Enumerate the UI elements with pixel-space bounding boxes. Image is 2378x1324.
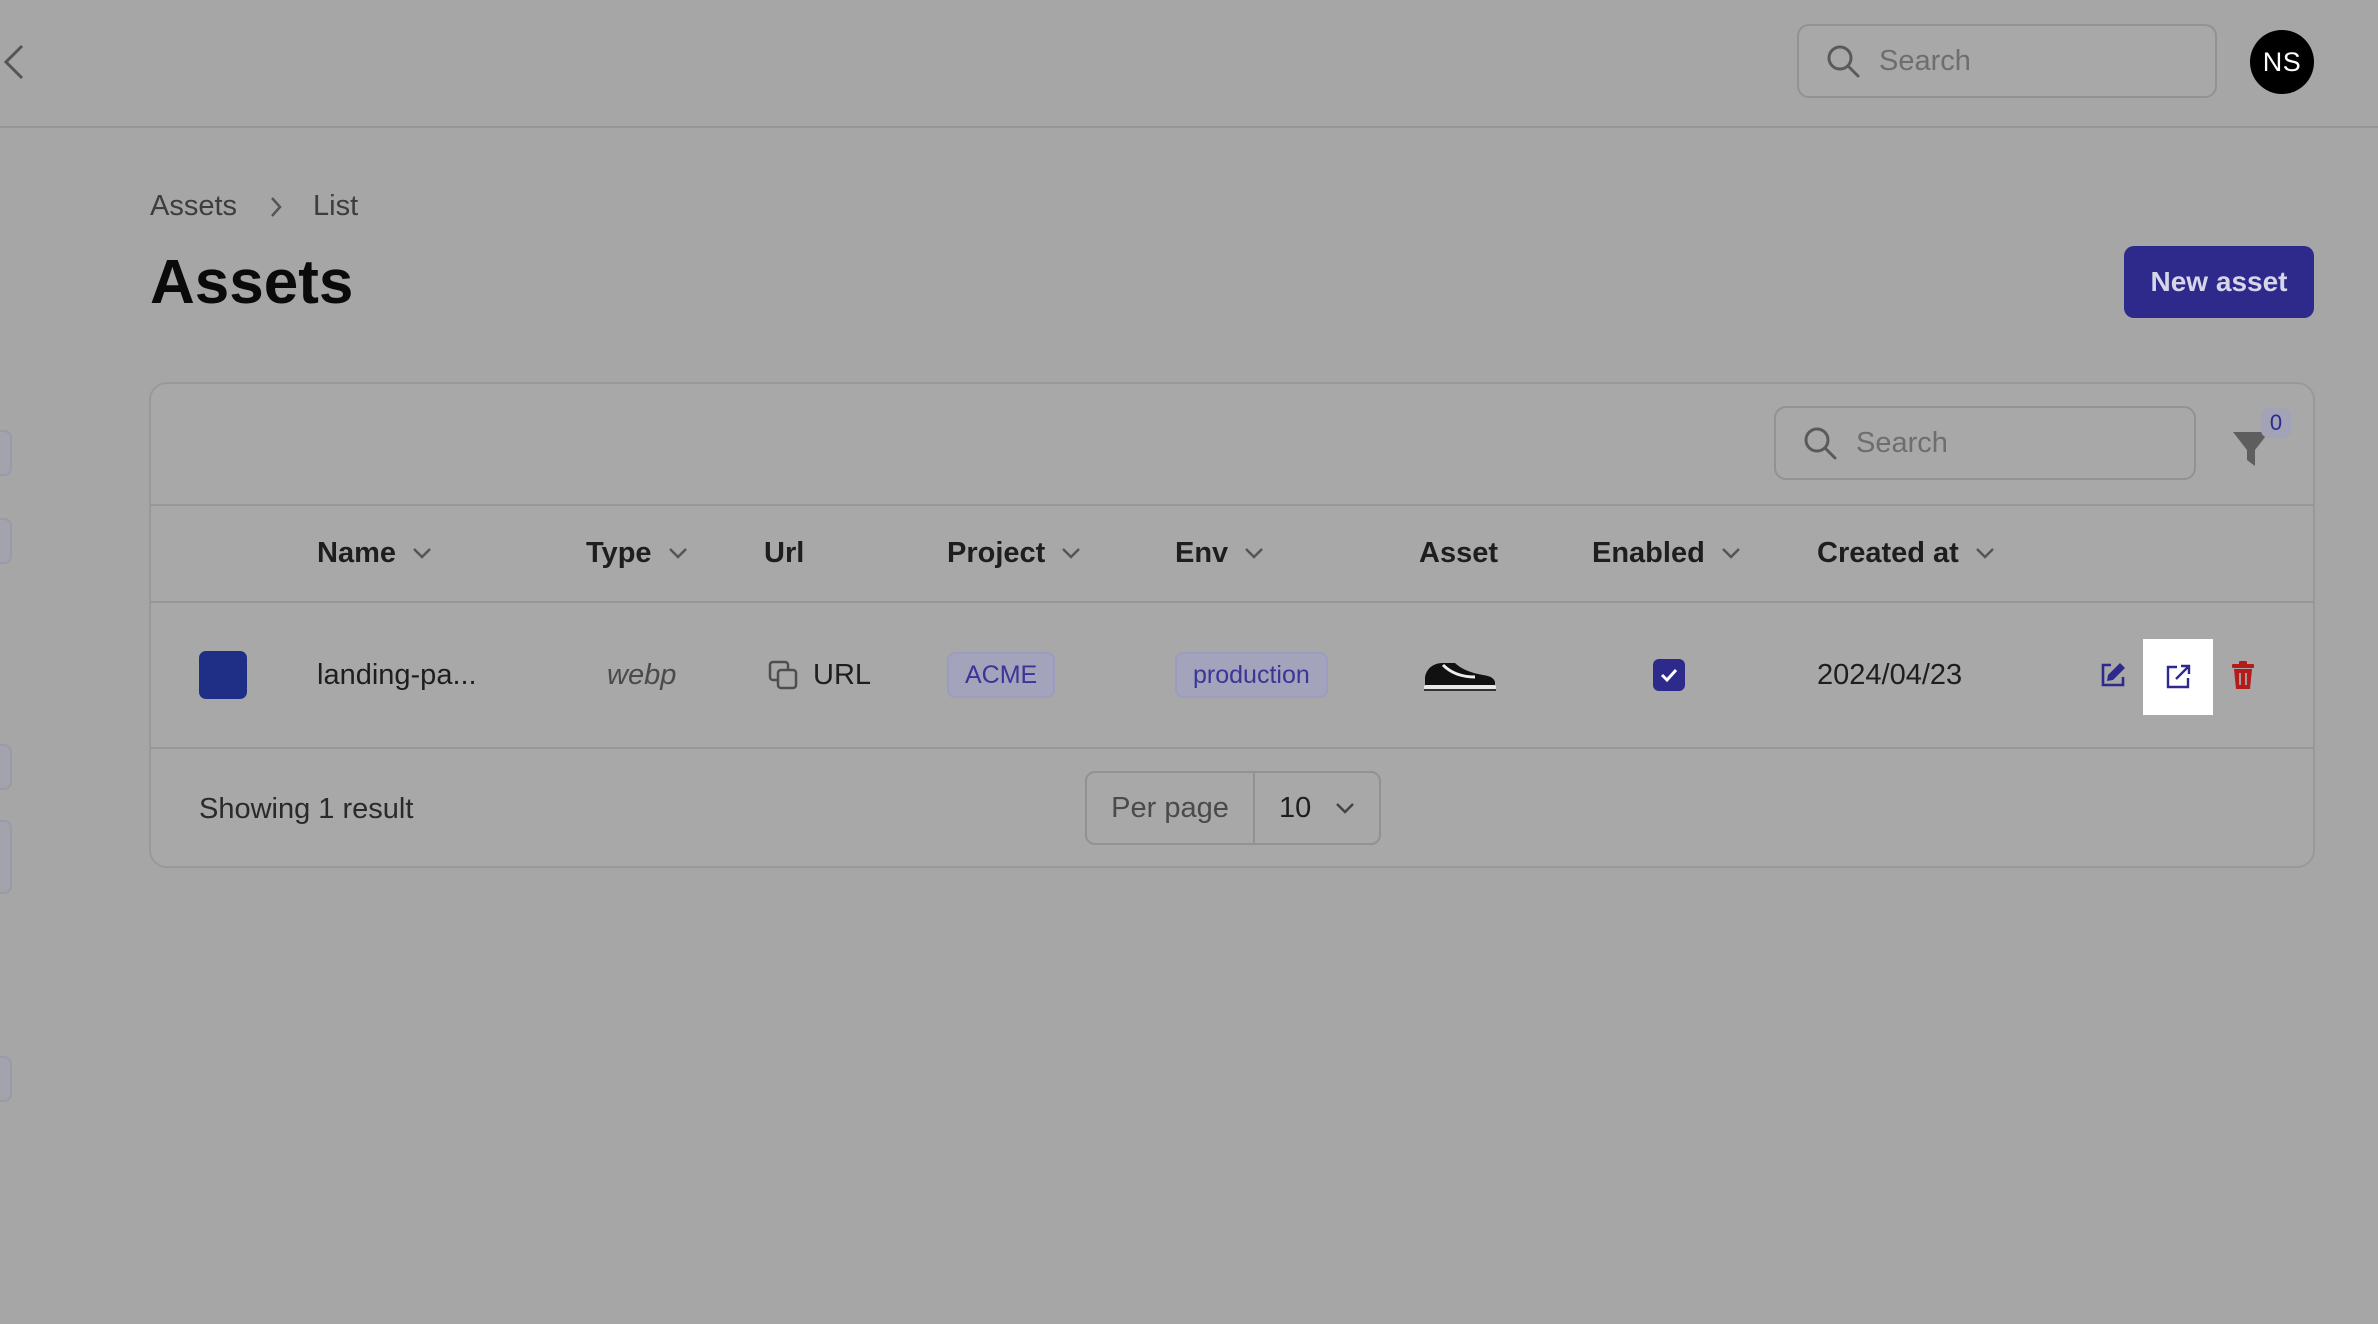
search-icon	[1827, 45, 1860, 78]
breadcrumb: Assets List	[150, 190, 358, 223]
column-header-enabled[interactable]: Enabled	[1592, 505, 1741, 601]
search-placeholder: Search	[1856, 426, 1948, 459]
per-page-label: Per page	[1087, 773, 1255, 843]
top-bar: Search NS	[0, 0, 2378, 128]
table-toolbar: Search 0	[151, 384, 2313, 506]
column-header-label: Name	[317, 536, 396, 569]
search-placeholder: Search	[1879, 44, 1971, 77]
chevron-down-icon	[1245, 548, 1264, 559]
trash-icon	[2232, 661, 2254, 689]
column-header-label: Url	[764, 536, 805, 569]
chevron-down-icon	[413, 548, 431, 559]
edit-icon	[2101, 663, 2125, 687]
result-count: Showing 1 result	[199, 792, 414, 825]
column-header-created-at[interactable]: Created at	[1817, 505, 1995, 601]
chevron-down-icon	[1062, 548, 1081, 559]
chevron-left-icon[interactable]	[2, 42, 26, 82]
color-cell	[199, 603, 247, 747]
column-header-type[interactable]: Type	[586, 505, 688, 601]
per-page-dropdown[interactable]: 10	[1255, 773, 1379, 843]
column-header-label: Type	[586, 536, 652, 569]
page-title: Assets	[150, 248, 354, 317]
column-header-label: Project	[947, 536, 1046, 569]
asset-cell	[1421, 603, 1497, 747]
breadcrumb-current: List	[313, 190, 359, 222]
search-icon	[1804, 427, 1837, 460]
column-header-name[interactable]: Name	[317, 505, 432, 601]
external-link-icon	[2166, 664, 2191, 689]
chevron-down-icon	[1336, 803, 1355, 814]
url-copy-button[interactable]: URL	[767, 603, 871, 747]
chevron-down-icon	[1721, 548, 1740, 559]
table-header-row: Name Type Url Project Env Asset Enabled …	[151, 505, 2313, 603]
column-header-label: Enabled	[1592, 536, 1705, 569]
breadcrumb-assets-link[interactable]: Assets	[150, 190, 237, 223]
created-at-cell: 2024/04/23	[1817, 658, 1963, 691]
sidebar-edge-item	[0, 820, 12, 894]
project-badge: ACME	[947, 652, 1056, 698]
sneaker-thumbnail-icon[interactable]	[1421, 655, 1497, 695]
sidebar-edge-item	[0, 430, 12, 476]
enabled-checkbox[interactable]	[1653, 659, 1685, 691]
table-search-input[interactable]: Search	[1774, 406, 2196, 480]
sidebar-edge-item	[0, 1056, 12, 1102]
column-header-label: Env	[1175, 536, 1229, 569]
column-header-url: Url	[764, 505, 804, 601]
enabled-cell	[1653, 603, 1685, 747]
copy-icon	[768, 660, 798, 690]
column-header-asset: Asset	[1419, 505, 1498, 601]
filter-count-badge: 0	[2261, 408, 2291, 438]
per-page-value: 10	[1279, 791, 1312, 824]
checkmark-icon	[1660, 668, 1678, 683]
edit-button[interactable]	[2089, 603, 2137, 747]
column-header-label: Asset	[1419, 536, 1498, 569]
global-search-input[interactable]: Search	[1797, 24, 2217, 98]
table-row[interactable]: landing-pa... webp URL ACME production 2…	[151, 603, 2313, 749]
sidebar-edge-item	[0, 518, 12, 564]
table-footer: Showing 1 result Per page 10	[151, 749, 2313, 869]
type-cell: webp	[607, 603, 676, 747]
open-external-button[interactable]	[2143, 639, 2213, 715]
per-page-select[interactable]: Per page 10	[1085, 771, 1381, 845]
chevron-down-icon	[668, 548, 687, 559]
new-asset-button[interactable]: New asset	[2124, 246, 2314, 318]
sidebar-edge-item	[0, 744, 12, 790]
color-swatch	[199, 651, 247, 699]
user-avatar[interactable]: NS	[2250, 30, 2314, 94]
project-cell: ACME	[947, 603, 1056, 747]
column-header-project[interactable]: Project	[947, 505, 1081, 601]
env-cell: production	[1175, 603, 1328, 747]
delete-button[interactable]	[2219, 603, 2267, 747]
chevron-down-icon	[1975, 548, 1994, 559]
type-value: webp	[607, 658, 677, 691]
assets-table-card: Search 0 Name Type Url Project Env Asset	[149, 382, 2315, 868]
chevron-right-icon	[271, 196, 282, 217]
column-header-label: Created at	[1817, 536, 1959, 569]
url-label: URL	[813, 658, 872, 691]
column-header-env[interactable]: Env	[1175, 505, 1264, 601]
name-cell[interactable]: landing-pa...	[317, 603, 477, 747]
env-badge: production	[1175, 652, 1328, 698]
